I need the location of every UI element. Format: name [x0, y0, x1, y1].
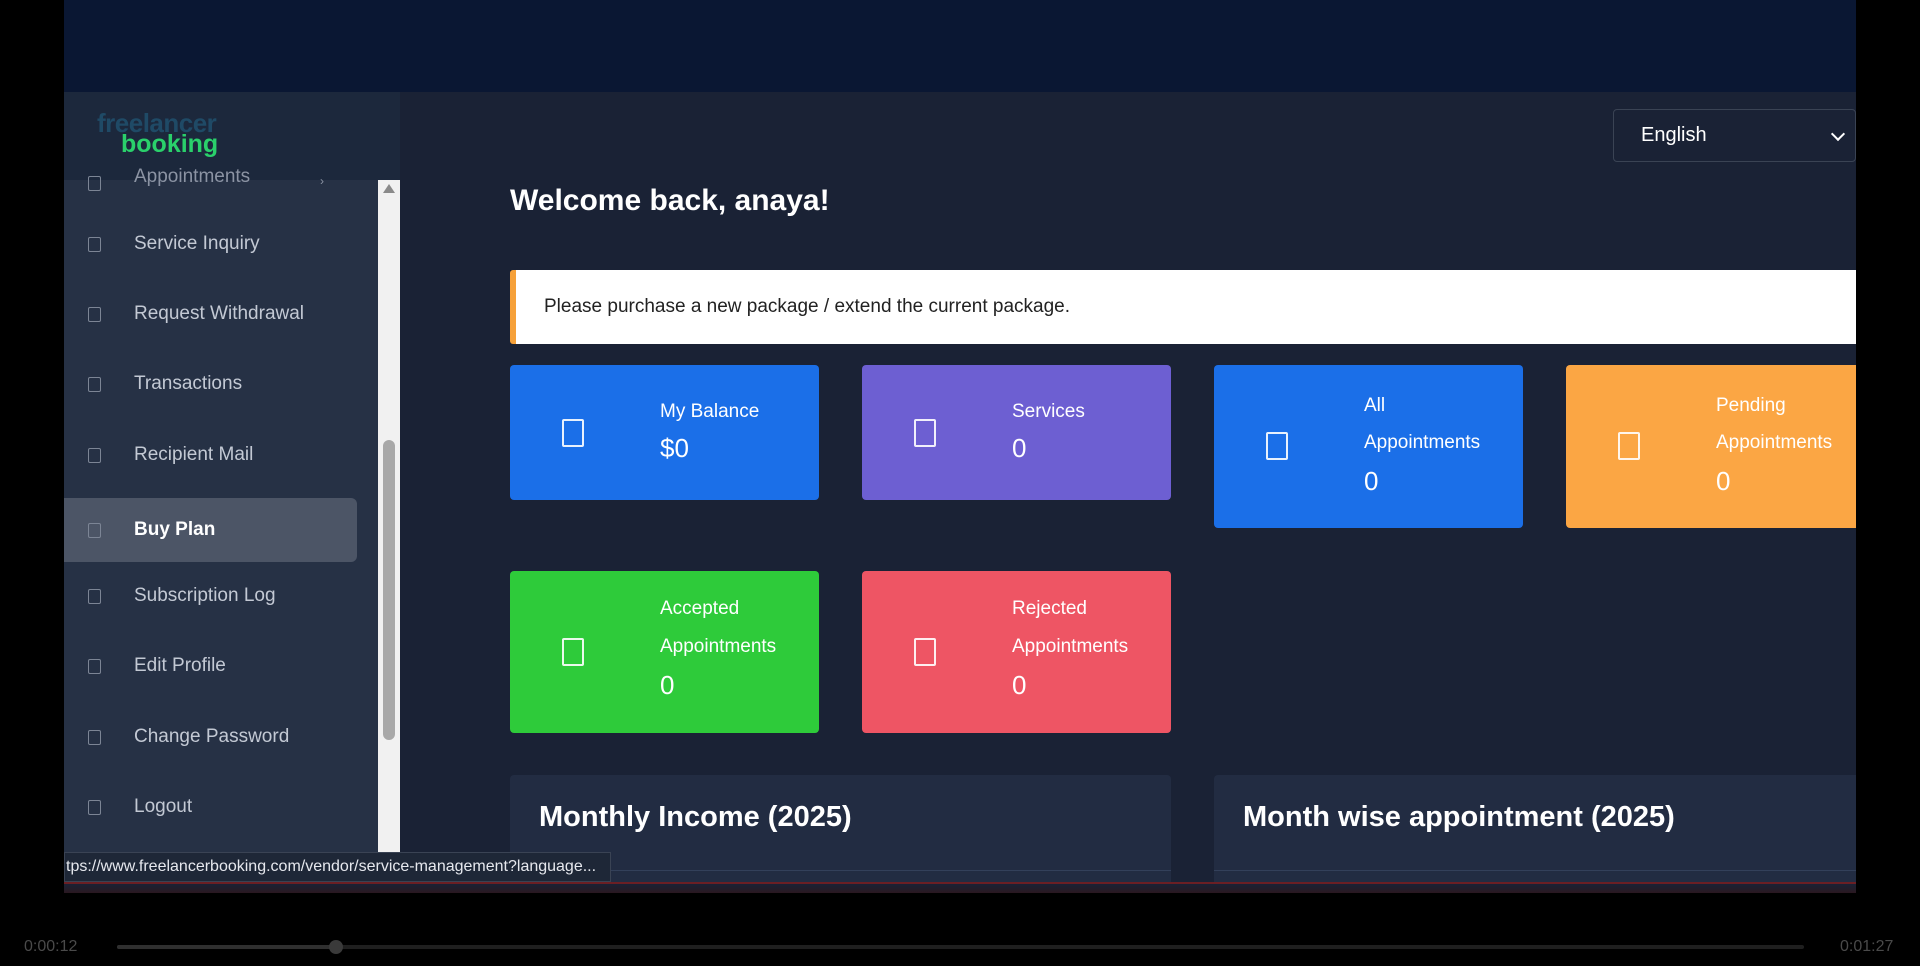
card-label-2: Appointments: [1716, 432, 1833, 453]
card-accepted-appointments[interactable]: Accepted Appointments 0: [510, 571, 819, 733]
logo-line-2: booking: [121, 130, 219, 158]
language-select[interactable]: English: [1613, 109, 1856, 162]
video-progress-knob[interactable]: [329, 940, 344, 954]
sidebar-item-label: Transactions: [134, 373, 243, 394]
scrollbar-thumb[interactable]: [383, 440, 395, 740]
wallet-icon: [562, 419, 584, 447]
video-progress-fill: [117, 945, 337, 949]
card-label-2: Appointments: [1364, 432, 1481, 453]
buy-plan-icon: [88, 522, 101, 538]
app-screen: freelancer booking Appointments › Servic…: [64, 0, 1856, 893]
subscription-log-icon: [88, 588, 101, 604]
appointments-icon: [88, 176, 101, 191]
card-pending-appointments[interactable]: Pending Appointments 0: [1566, 365, 1856, 528]
sidebar-item-label: Service Inquiry: [134, 233, 260, 254]
card-label: Services: [1012, 401, 1085, 422]
sidebar-item-change-password[interactable]: Change Password: [64, 705, 357, 769]
video-duration: 0:01:27: [1840, 938, 1894, 955]
sidebar: freelancer booking Appointments › Servic…: [64, 92, 400, 893]
sidebar-item-edit-profile[interactable]: Edit Profile: [64, 634, 357, 698]
card-label: Accepted: [660, 598, 740, 619]
sidebar-item-label: Edit Profile: [134, 655, 226, 676]
close-icon: [914, 638, 936, 666]
sidebar-item-label: Request Withdrawal: [134, 303, 305, 324]
card-label: Pending: [1716, 395, 1786, 416]
transactions-icon: [88, 376, 101, 392]
card-value: 0: [1012, 433, 1027, 463]
page-title: Welcome back, anaya!: [510, 184, 830, 217]
logout-icon: [88, 799, 101, 815]
sidebar-item-buy-plan[interactable]: Buy Plan: [64, 498, 357, 562]
services-icon: [914, 419, 936, 447]
sidebar-item-label: Buy Plan: [134, 519, 216, 540]
alert-text: Please purchase a new package / extend t…: [544, 296, 1071, 317]
package-alert: Please purchase a new package / extend t…: [510, 270, 1856, 344]
video-progress-track[interactable]: [117, 940, 1804, 954]
card-rejected-appointments[interactable]: Rejected Appointments 0: [862, 571, 1171, 733]
chevron-icon: ›: [320, 174, 324, 188]
sidebar-item-label: Appointments: [134, 166, 251, 187]
mail-icon: [88, 447, 101, 463]
card-label-2: Appointments: [1012, 636, 1129, 657]
sidebar-item-appointments[interactable]: Appointments ›: [64, 166, 357, 208]
sidebar-item-subscription-log[interactable]: Subscription Log: [64, 564, 357, 628]
chevron-down-icon: [1830, 126, 1846, 142]
card-all-appointments[interactable]: All Appointments 0: [1214, 365, 1523, 528]
panel-title: Month wise appointment (2025): [1243, 801, 1675, 833]
sidebar-item-recipient-mail[interactable]: Recipient Mail: [64, 423, 357, 487]
card-label: Rejected: [1012, 598, 1087, 619]
video-elapsed-time: 0:00:12: [24, 938, 78, 955]
card-value: 0: [1364, 466, 1379, 496]
main-content: English Welcome back, anaya! Please purc…: [400, 92, 1856, 893]
withdrawal-icon: [88, 306, 101, 322]
sidebar-item-label: Change Password: [134, 726, 290, 747]
calendar-icon: [1266, 432, 1288, 460]
card-label: All: [1364, 395, 1386, 416]
top-band: [64, 0, 1856, 92]
browser-status-url: tps://www.freelancerbooking.com/vendor/s…: [64, 852, 612, 882]
card-value: 0: [660, 670, 675, 700]
sidebar-item-label: Subscription Log: [134, 585, 276, 606]
month-wise-appointment-panel: Month wise appointment (2025): [1214, 775, 1856, 893]
service-inquiry-icon: [88, 236, 101, 252]
video-edge: [64, 882, 1856, 893]
card-label: My Balance: [660, 401, 760, 422]
sidebar-item-logout[interactable]: Logout: [64, 775, 357, 839]
panel-title: Monthly Income (2025): [539, 801, 852, 833]
clock-icon: [1618, 432, 1640, 460]
sidebar-scrollbar[interactable]: [378, 180, 400, 893]
sidebar-item-transactions[interactable]: Transactions: [64, 352, 357, 416]
sidebar-item-label: Recipient Mail: [134, 444, 254, 465]
check-icon: [562, 638, 584, 666]
card-label-2: Appointments: [660, 636, 777, 657]
lock-icon: [88, 729, 101, 745]
sidebar-item-request-withdrawal[interactable]: Request Withdrawal: [64, 282, 357, 346]
sidebar-item-label: Logout: [134, 796, 193, 817]
card-value: 0: [1716, 466, 1731, 496]
card-services[interactable]: Services 0: [862, 365, 1171, 500]
video-frame: freelancer booking Appointments › Servic…: [0, 0, 1920, 966]
card-value: $0: [660, 433, 689, 463]
sidebar-item-service-inquiry[interactable]: Service Inquiry: [64, 212, 357, 276]
card-my-balance[interactable]: My Balance $0: [510, 365, 819, 500]
divider: [1214, 870, 1856, 871]
language-value: English: [1641, 124, 1707, 146]
card-value: 0: [1012, 670, 1027, 700]
scroll-up-arrow-icon[interactable]: [383, 184, 395, 193]
edit-profile-icon: [88, 658, 101, 674]
